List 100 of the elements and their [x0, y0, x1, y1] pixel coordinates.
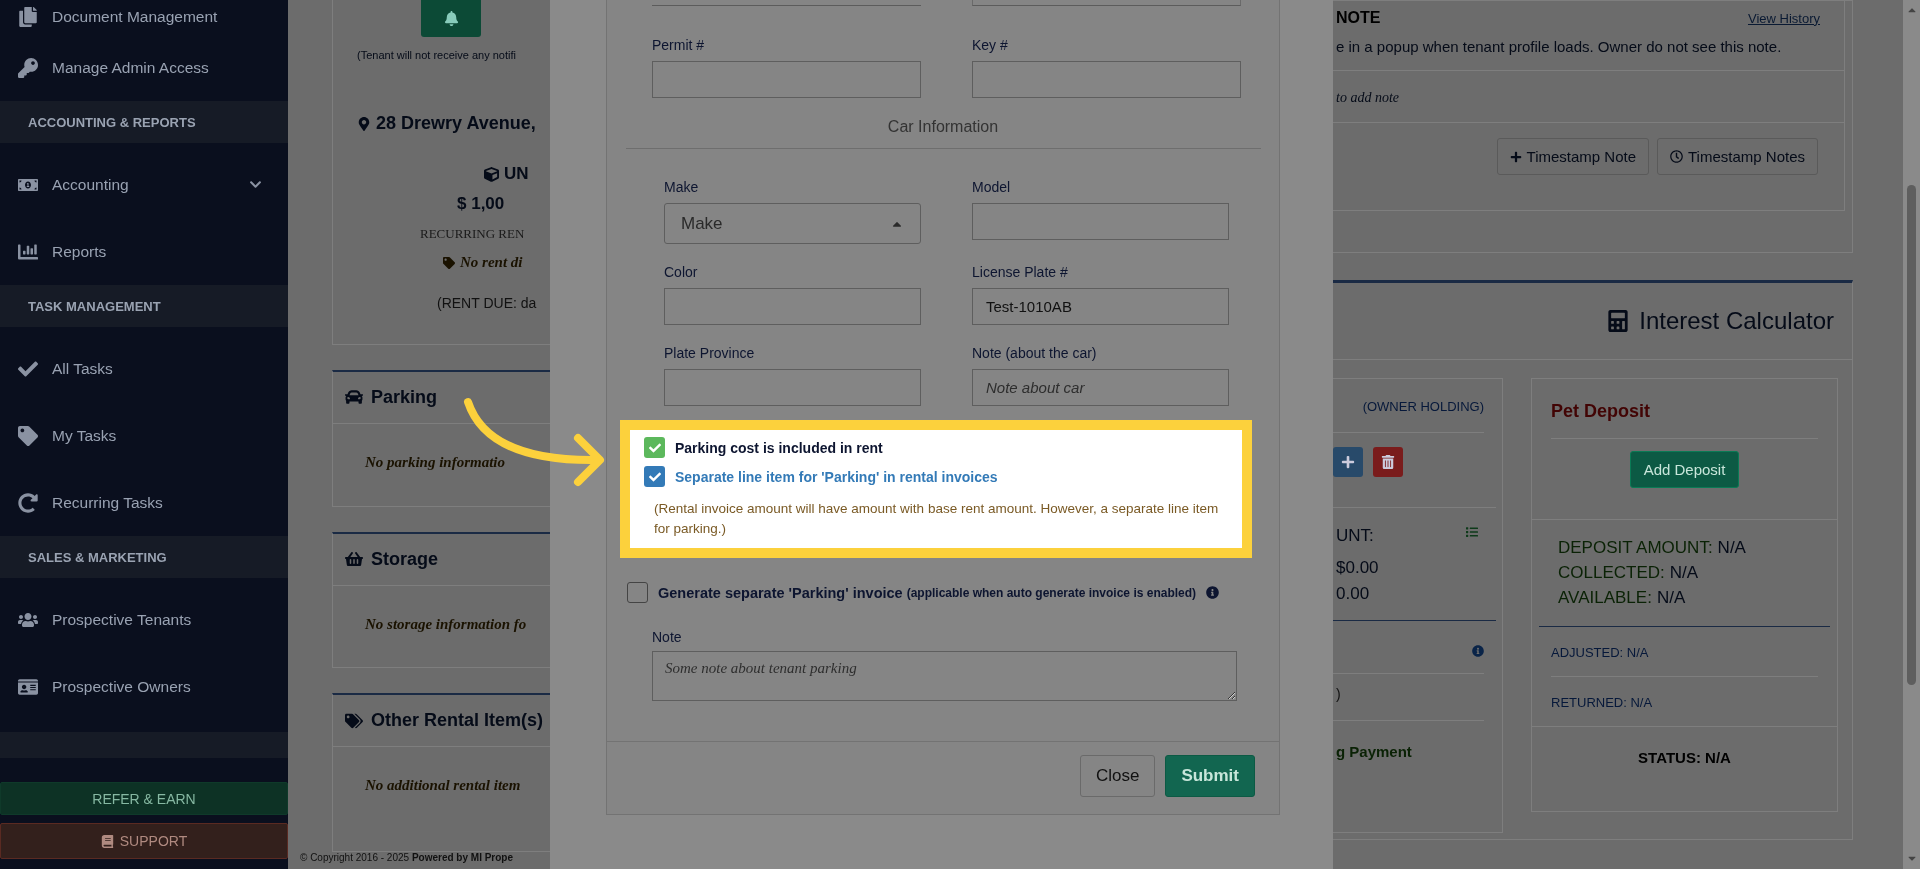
- sidebar-item[interactable]: My Tasks: [52, 426, 262, 445]
- tag-icon: [443, 256, 455, 269]
- cube-icon: [484, 166, 499, 182]
- field-label: Model: [972, 179, 1012, 195]
- add-note-prompt[interactable]: to add note: [1336, 90, 1399, 106]
- submit-button[interactable]: Submit: [1165, 755, 1255, 797]
- empty-message: No parking informatio: [364, 452, 507, 471]
- deposit-detail: ADJUSTED: N/A: [1551, 645, 1649, 660]
- detail-text: ): [1336, 686, 1341, 702]
- support-button[interactable]: SUPPORT: [0, 823, 288, 859]
- amount-value: $0.00: [1336, 558, 1380, 578]
- amount-value: 0.00: [1336, 584, 1371, 604]
- tag-icon: [18, 425, 38, 446]
- book-icon: [100, 834, 114, 848]
- id-card-icon: [18, 676, 38, 697]
- checkbox-label: Generate separate 'Parking' invoice: [658, 584, 903, 601]
- basket-icon: [345, 550, 363, 569]
- card-title: Other Rental Item(s): [371, 710, 544, 732]
- plus-icon: [1341, 455, 1355, 469]
- checkbox[interactable]: [627, 582, 648, 603]
- amount-label: UNT:: [1336, 526, 1374, 546]
- add-button[interactable]: [1333, 447, 1363, 477]
- note-title: NOTE: [1336, 9, 1381, 27]
- make-select[interactable]: Make: [664, 203, 921, 244]
- delete-button[interactable]: [1373, 447, 1403, 477]
- map-pin-icon: [357, 116, 371, 131]
- car-icon: [345, 388, 363, 407]
- status-text: STATUS: N/A: [1638, 749, 1731, 766]
- checkbox[interactable]: [644, 437, 665, 458]
- checkbox-label: Separate line item for 'Parking' in rental invoices: [675, 468, 998, 485]
- field-label: Permit #: [652, 37, 706, 53]
- input-field[interactable]: [972, 61, 1241, 98]
- note-description: e in a popup when tenant profile loads. Owner do not see this note.: [1336, 38, 1783, 55]
- field-label: Note: [652, 629, 683, 645]
- card-title: Storage: [371, 548, 439, 570]
- card-title: Parking: [371, 386, 438, 408]
- checkbox-label: Parking cost is included in rent: [675, 439, 883, 456]
- list-icon[interactable]: [1466, 526, 1478, 538]
- tags-icon: [345, 711, 363, 730]
- field-label: License Plate #: [972, 264, 1069, 280]
- add-deposit-button[interactable]: Add Deposit: [1629, 451, 1740, 488]
- input-field[interactable]: Test-1010AB: [972, 288, 1229, 325]
- input-field[interactable]: [664, 288, 921, 325]
- info-icon[interactable]: [1206, 586, 1220, 599]
- check-icon: [648, 441, 661, 454]
- sidebar-item[interactable]: All Tasks: [52, 359, 262, 378]
- empty-message: No storage information fo: [364, 614, 528, 633]
- copy-icon: [18, 7, 38, 27]
- notify-button[interactable]: [421, 0, 481, 37]
- chevron-down-icon[interactable]: [249, 178, 262, 191]
- notice-text: (Tenant will not receive any notifi: [357, 49, 516, 61]
- checkbox-note: (applicable when auto generate invoice is enabled): [906, 585, 1197, 600]
- sidebar-item[interactable]: Prospective Owners: [52, 677, 262, 696]
- scrollbar-thumb[interactable]: [1907, 184, 1916, 685]
- field-label: Make: [664, 179, 700, 195]
- checkbox[interactable]: [644, 466, 665, 487]
- sidebar-item[interactable]: Accounting: [52, 175, 235, 194]
- input-field[interactable]: [972, 203, 1229, 240]
- field-label: Plate Province: [664, 345, 756, 361]
- input-field[interactable]: Note about car: [972, 369, 1229, 406]
- input-field[interactable]: [652, 61, 921, 98]
- note-textarea[interactable]: Some note about tenant parking: [652, 651, 1237, 701]
- sidebar-item[interactable]: Manage Admin Access: [52, 58, 262, 77]
- trash-icon: [1381, 455, 1395, 469]
- sidebar-item[interactable]: Prospective Tenants: [52, 610, 262, 629]
- input-field[interactable]: [664, 369, 921, 406]
- plus-icon: [1509, 150, 1522, 163]
- key-icon: [18, 57, 38, 78]
- timestamp-button[interactable]: Timestamp Note: [1496, 138, 1649, 175]
- deposit-stat: COLLECTED: N/A: [1558, 563, 1700, 583]
- sidebar-section-header: ACCOUNTING & REPORTS: [0, 101, 288, 143]
- refer-button[interactable]: REFER & EARN: [0, 782, 288, 815]
- sidebar-section-header: SALES & MARKETING: [0, 536, 288, 578]
- check-icon: [648, 470, 661, 483]
- deposit-title: Pet Deposit: [1551, 401, 1651, 422]
- deposit-stat: DEPOSIT AMOUNT: N/A: [1558, 538, 1747, 558]
- info-icon[interactable]: [1472, 645, 1484, 657]
- timestamp-button[interactable]: Timestamp Notes: [1657, 138, 1818, 175]
- section-title: Car Information: [886, 118, 1000, 136]
- holding-tag: (OWNER HOLDING): [1362, 399, 1484, 414]
- field-label: Note (about the car): [972, 345, 1098, 361]
- empty-message: No additional rental item: [364, 776, 522, 795]
- clock-icon: [1670, 150, 1683, 163]
- close-button[interactable]: Close: [1079, 755, 1156, 797]
- field-label: Key #: [972, 37, 1009, 53]
- view-history-link[interactable]: View History: [1748, 10, 1820, 26]
- refresh-icon: [18, 492, 38, 513]
- sidebar-item[interactable]: Recurring Tasks: [52, 493, 262, 512]
- card-title: Interest Calculator: [1639, 307, 1834, 335]
- rent-label: RECURRING REN: [420, 226, 525, 242]
- copyright-text: © Copyright 2016 - 2025 Powered by MI Prope: [300, 852, 515, 865]
- sidebar-item[interactable]: Document Management: [52, 8, 262, 26]
- calculator-icon: [1607, 310, 1630, 332]
- rent-due-text: (RENT DUE: da: [437, 295, 537, 311]
- deposit-detail: RETURNED: N/A: [1551, 695, 1653, 710]
- discount-text: No rent di: [460, 254, 523, 271]
- rent-amount: $ 1,00: [457, 194, 505, 214]
- bell-icon: [443, 11, 459, 26]
- sidebar-section-header: TASK MANAGEMENT: [0, 285, 288, 327]
- sidebar-item[interactable]: Reports: [52, 242, 262, 261]
